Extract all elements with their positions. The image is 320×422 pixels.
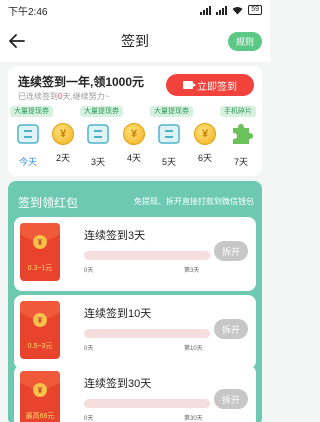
signal-icon — [200, 5, 212, 15]
checkin-title: 连续签到一年,领1000元 — [18, 75, 145, 89]
progress-start-label: 0天 — [84, 268, 94, 274]
status-time: 下午2:46 — [8, 6, 48, 18]
wifi-icon — [232, 6, 243, 14]
day-label: 3天 — [90, 157, 105, 167]
day-label: 7天 — [233, 157, 248, 167]
day-item: ¥ 2天 — [48, 122, 78, 164]
envelope-amount: 0.3~1元 — [27, 265, 53, 272]
puzzle-icon — [233, 124, 253, 144]
red-envelope-panel: 签到领红包 免提现、拆开直接打款到微信钱包 ¥ 0.3~1元 连续签到3天 0天… — [8, 181, 262, 422]
coin-icon: ¥ — [50, 123, 76, 147]
progress-start-label: 0天 — [84, 346, 94, 352]
day-item: 今天 — [13, 122, 43, 168]
checkin-now-button[interactable]: 立即签到 — [166, 74, 254, 96]
ticket-icon — [158, 124, 180, 144]
progress-end-label: 第10天 — [184, 346, 203, 352]
reward-task-card: ¥ 最高66元 连续签到30天 0天 第30天 拆开 — [14, 365, 256, 422]
task-name: 连续签到10天 — [84, 308, 152, 320]
open-envelope-button[interactable]: 拆开 — [214, 389, 248, 409]
nav-bar: 签到 规则 — [0, 20, 270, 62]
day-item: 7天 — [226, 122, 256, 168]
video-icon — [183, 81, 196, 89]
day-label: 今天 — [18, 157, 37, 167]
ticket-icon — [17, 124, 39, 144]
day-label: 5天 — [161, 157, 176, 167]
day-item: 5天 — [154, 122, 184, 168]
coin-icon: ¥ — [192, 123, 218, 147]
day-item: ¥ 4天 — [119, 122, 149, 164]
reward-tag: 手机碎片 — [220, 106, 256, 117]
envelope-seal-icon: ¥ — [33, 383, 47, 397]
back-button[interactable] — [6, 30, 28, 52]
progress-end-label: 第3天 — [184, 268, 200, 274]
status-bar: 下午2:46 59 — [0, 0, 270, 20]
battery-icon: 59 — [248, 5, 262, 15]
red-envelope-title: 签到领红包 — [18, 196, 79, 210]
reward-tag: 大量提现券 — [80, 106, 123, 117]
task-progress-bar — [84, 329, 210, 338]
open-envelope-button[interactable]: 拆开 — [214, 241, 248, 261]
coin-symbol: ¥ — [52, 123, 74, 145]
reward-tag: 大量提现券 — [150, 106, 193, 117]
signal-icon-2 — [216, 5, 228, 15]
envelope-amount: 最高66元 — [25, 413, 55, 420]
reward-tag: 大量提现券 — [10, 106, 53, 117]
checkin-now-label: 立即签到 — [197, 81, 237, 93]
checkin-subtitle-prefix: 已连续签到 — [18, 92, 58, 101]
rules-button[interactable]: 规则 — [227, 32, 262, 51]
progress-start-label: 0天 — [84, 416, 94, 422]
day-label: 2天 — [55, 153, 70, 163]
envelope-amount: 0.5~3元 — [27, 343, 53, 350]
envelope-seal-icon: ¥ — [33, 235, 47, 249]
red-envelope-subtitle: 免提现、拆开直接打款到微信钱包 — [134, 197, 254, 206]
open-envelope-button[interactable]: 拆开 — [214, 319, 248, 339]
page-title: 签到 — [121, 33, 149, 49]
day-label: 4天 — [126, 153, 141, 163]
coin-symbol: ¥ — [194, 123, 216, 145]
ticket-icon — [87, 124, 109, 144]
task-name: 连续签到30天 — [84, 378, 152, 390]
checkin-subtitle: 已连续签到0天,继续努力~ — [18, 91, 109, 102]
task-progress-bar — [84, 251, 210, 260]
red-envelope-image: ¥ 0.3~1元 — [20, 223, 60, 281]
coin-symbol: ¥ — [123, 123, 145, 145]
checkin-subtitle-suffix: 天,继续努力~ — [62, 92, 110, 101]
status-icons: 59 — [200, 5, 262, 15]
task-name: 连续签到3天 — [84, 230, 146, 242]
coin-icon: ¥ — [121, 123, 147, 147]
task-progress-bar — [84, 399, 210, 408]
checkin-card: 连续签到一年,领1000元 已连续签到0天,继续努力~ 立即签到 大量提现券 大… — [8, 66, 262, 176]
reward-task-card: ¥ 0.5~3元 连续签到10天 0天 第10天 拆开 — [14, 295, 256, 369]
red-envelope-image: ¥ 最高66元 — [20, 371, 60, 422]
day-item: ¥ 6天 — [190, 122, 220, 164]
day-label: 6天 — [197, 153, 212, 163]
back-arrow-icon — [9, 34, 25, 48]
red-envelope-image: ¥ 0.5~3元 — [20, 301, 60, 359]
day-item: 3天 — [83, 122, 113, 168]
progress-end-label: 第30天 — [184, 416, 203, 422]
envelope-seal-icon: ¥ — [33, 313, 47, 327]
reward-task-card: ¥ 0.3~1元 连续签到3天 0天 第3天 拆开 — [14, 217, 256, 291]
